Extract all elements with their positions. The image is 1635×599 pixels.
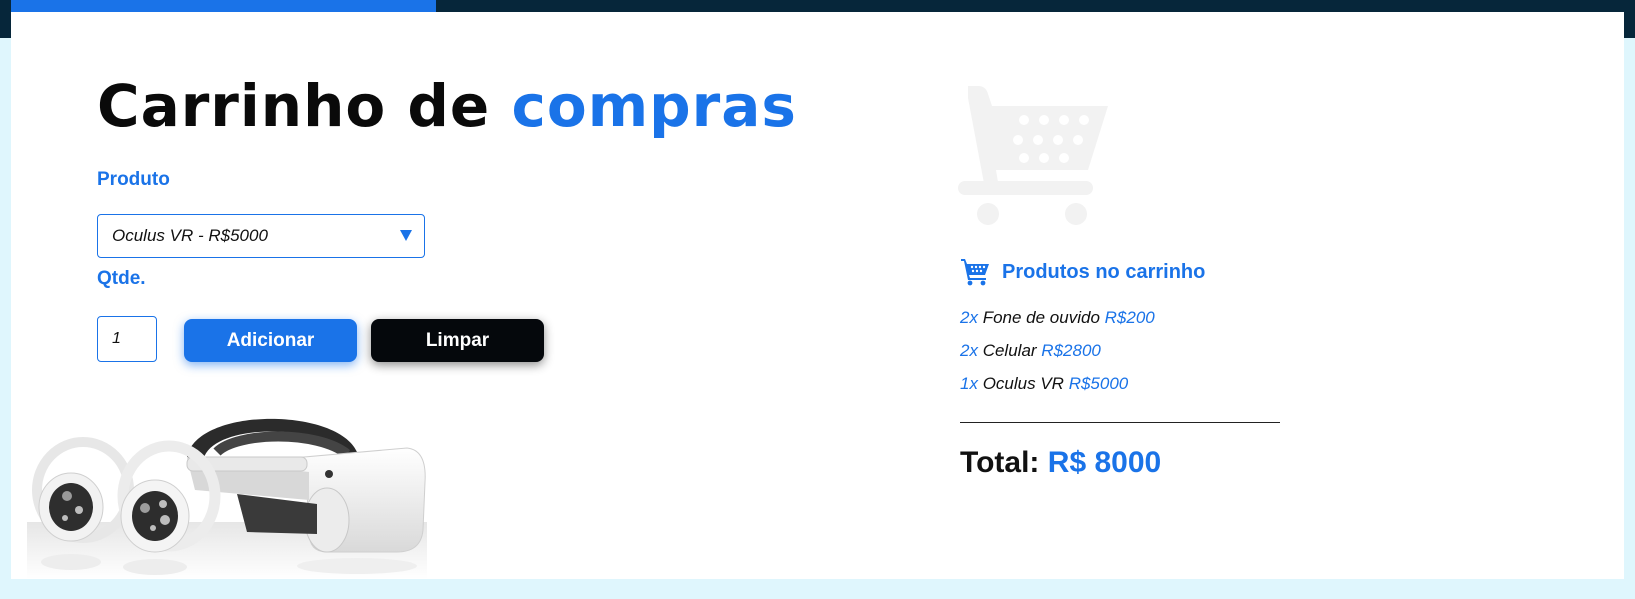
caret-down-icon (400, 230, 412, 241)
product-label: Produto (97, 169, 170, 190)
item-qty: 2x (960, 341, 978, 360)
list-item: 2x Fone de ouvido R$200 (960, 308, 1155, 341)
item-name: Oculus VR (982, 374, 1064, 393)
item-name: Fone de ouvido (982, 308, 1100, 327)
list-item: 2x Celular R$2800 (960, 341, 1155, 374)
total-label: Total: (960, 446, 1040, 479)
item-name: Celular (982, 341, 1037, 360)
title-text: Carrinho de (97, 72, 491, 140)
main-card: Carrinho de compras Produto Oculus VR - … (11, 12, 1624, 579)
quantity-input[interactable]: 1 (97, 316, 157, 362)
large-cart-icon (958, 86, 1108, 225)
cart-header: Produtos no carrinho (960, 258, 1205, 286)
shopping-cart-icon (961, 259, 989, 286)
vr-headset-image (27, 418, 427, 579)
title-accent-text: compras (511, 72, 797, 140)
item-qty: 2x (960, 308, 978, 327)
item-price: R$200 (1104, 308, 1155, 327)
add-button[interactable]: Adicionar (184, 319, 357, 362)
cart-items-list: 2x Fone de ouvido R$200 2x Celular R$280… (960, 308, 1155, 407)
header-notch (0, 0, 11, 12)
qty-label: Qtde. (97, 268, 146, 289)
total-value: R$ 8000 (1047, 446, 1162, 479)
page-title: Carrinho de compras (97, 72, 797, 140)
quantity-value: 1 (112, 330, 121, 347)
item-qty: 1x (960, 374, 978, 393)
item-price: R$2800 (1041, 341, 1101, 360)
product-select-value: Oculus VR - R$5000 (112, 226, 268, 245)
clear-button[interactable]: Limpar (371, 319, 544, 362)
divider (960, 422, 1280, 423)
cart-total: Total: R$ 8000 (960, 446, 1161, 480)
cart-header-label: Produtos no carrinho (1002, 260, 1206, 283)
product-select[interactable]: Oculus VR - R$5000 (97, 214, 425, 258)
list-item: 1x Oculus VR R$5000 (960, 374, 1155, 407)
item-price: R$5000 (1068, 374, 1129, 393)
